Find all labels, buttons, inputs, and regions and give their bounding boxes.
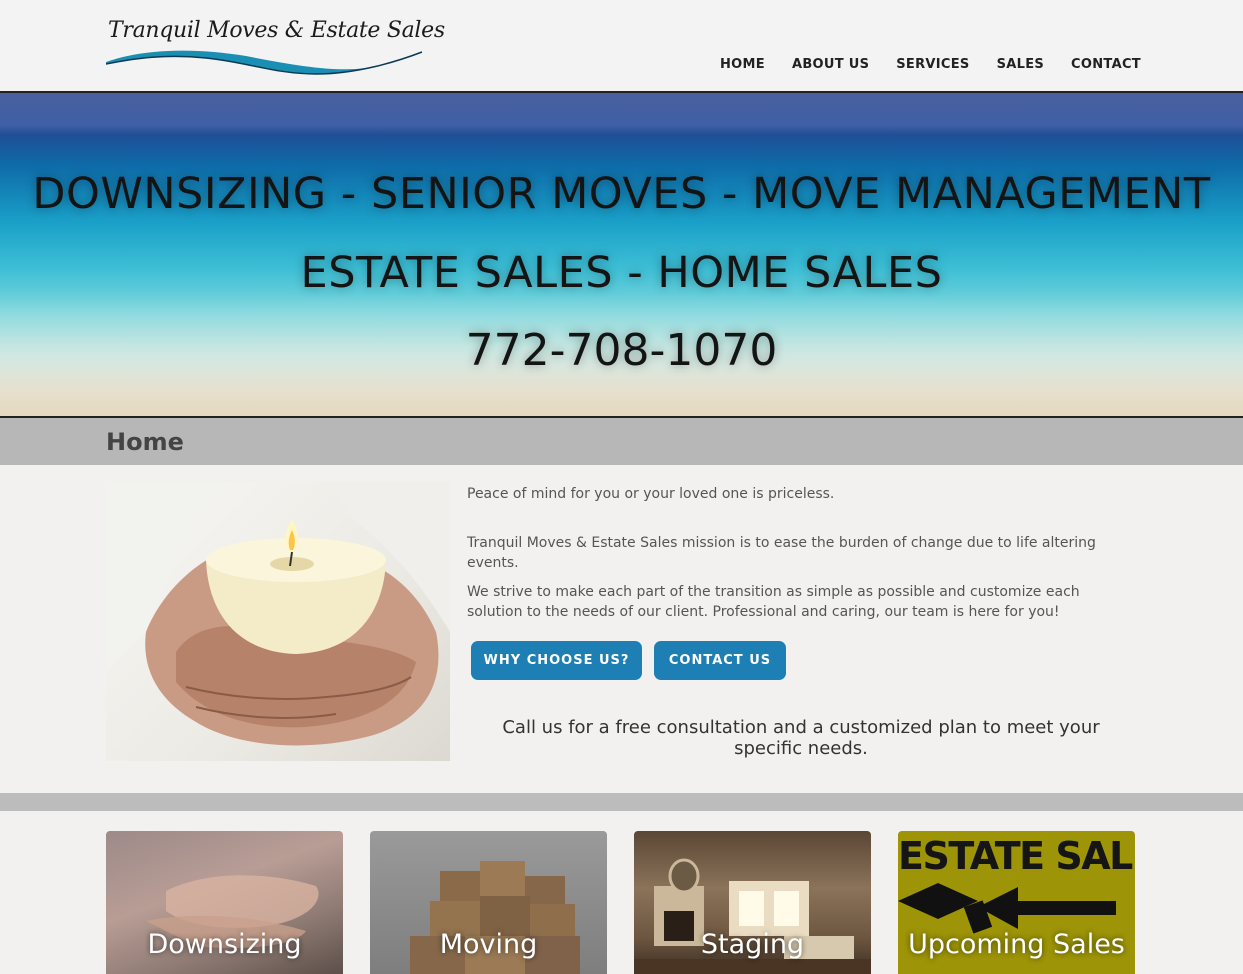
main-nav: HOME ABOUT US SERVICES SALES CONTACT (720, 57, 1168, 72)
intro-content: Peace of mind for you or your loved one … (467, 484, 1132, 631)
page-title: Home (106, 428, 184, 456)
nav-sales[interactable]: SALES (997, 57, 1044, 72)
page-title-bar: Home (0, 418, 1243, 465)
nav-contact[interactable]: CONTACT (1071, 57, 1141, 72)
tile-moving[interactable]: Moving (370, 831, 607, 974)
intro-mission: Tranquil Moves & Estate Sales mission is… (467, 535, 1096, 571)
site-logo[interactable]: Tranquil Moves & Estate Sales (106, 18, 445, 80)
tile-upcoming-sales[interactable]: ESTATE SALE Upcoming Sales (898, 831, 1135, 974)
nav-home[interactable]: HOME (720, 57, 765, 72)
candle-hands-image (106, 482, 450, 761)
candle-icon (106, 482, 450, 746)
tile-label: Downsizing (147, 929, 302, 960)
nav-about-us[interactable]: ABOUT US (792, 57, 869, 72)
contact-us-button[interactable]: CONTACT US (654, 641, 786, 680)
consultation-callout: Call us for a free consultation and a cu… (502, 717, 1100, 759)
logo-wave-icon (106, 50, 423, 75)
section-divider (0, 793, 1243, 811)
hero-phone: 772-708-1070 (465, 325, 778, 376)
tile-downsizing[interactable]: Downsizing (106, 831, 343, 974)
tile-label: Upcoming Sales (908, 929, 1125, 960)
why-choose-us-button[interactable]: WHY CHOOSE US? (471, 641, 642, 680)
hero-headline-sales: ESTATE SALES - HOME SALES (300, 248, 943, 298)
hero-banner: DOWNSIZING - SENIOR MOVES - MOVE MANAGEM… (0, 91, 1243, 418)
nav-services[interactable]: SERVICES (896, 57, 969, 72)
logo-text: Tranquil Moves & Estate Sales (108, 18, 445, 43)
intro-strive: We strive to make each part of the trans… (467, 584, 1080, 620)
intro-tagline: Peace of mind for you or your loved one … (467, 486, 835, 502)
site-header: Tranquil Moves & Estate Sales HOME ABOUT… (0, 0, 1243, 91)
tile-staging[interactable]: Staging (634, 831, 871, 974)
tile-label: Moving (439, 929, 538, 960)
hero-headline-services: DOWNSIZING - SENIOR MOVES - MOVE MANAGEM… (32, 169, 1211, 219)
tile-label: Staging (700, 929, 805, 960)
